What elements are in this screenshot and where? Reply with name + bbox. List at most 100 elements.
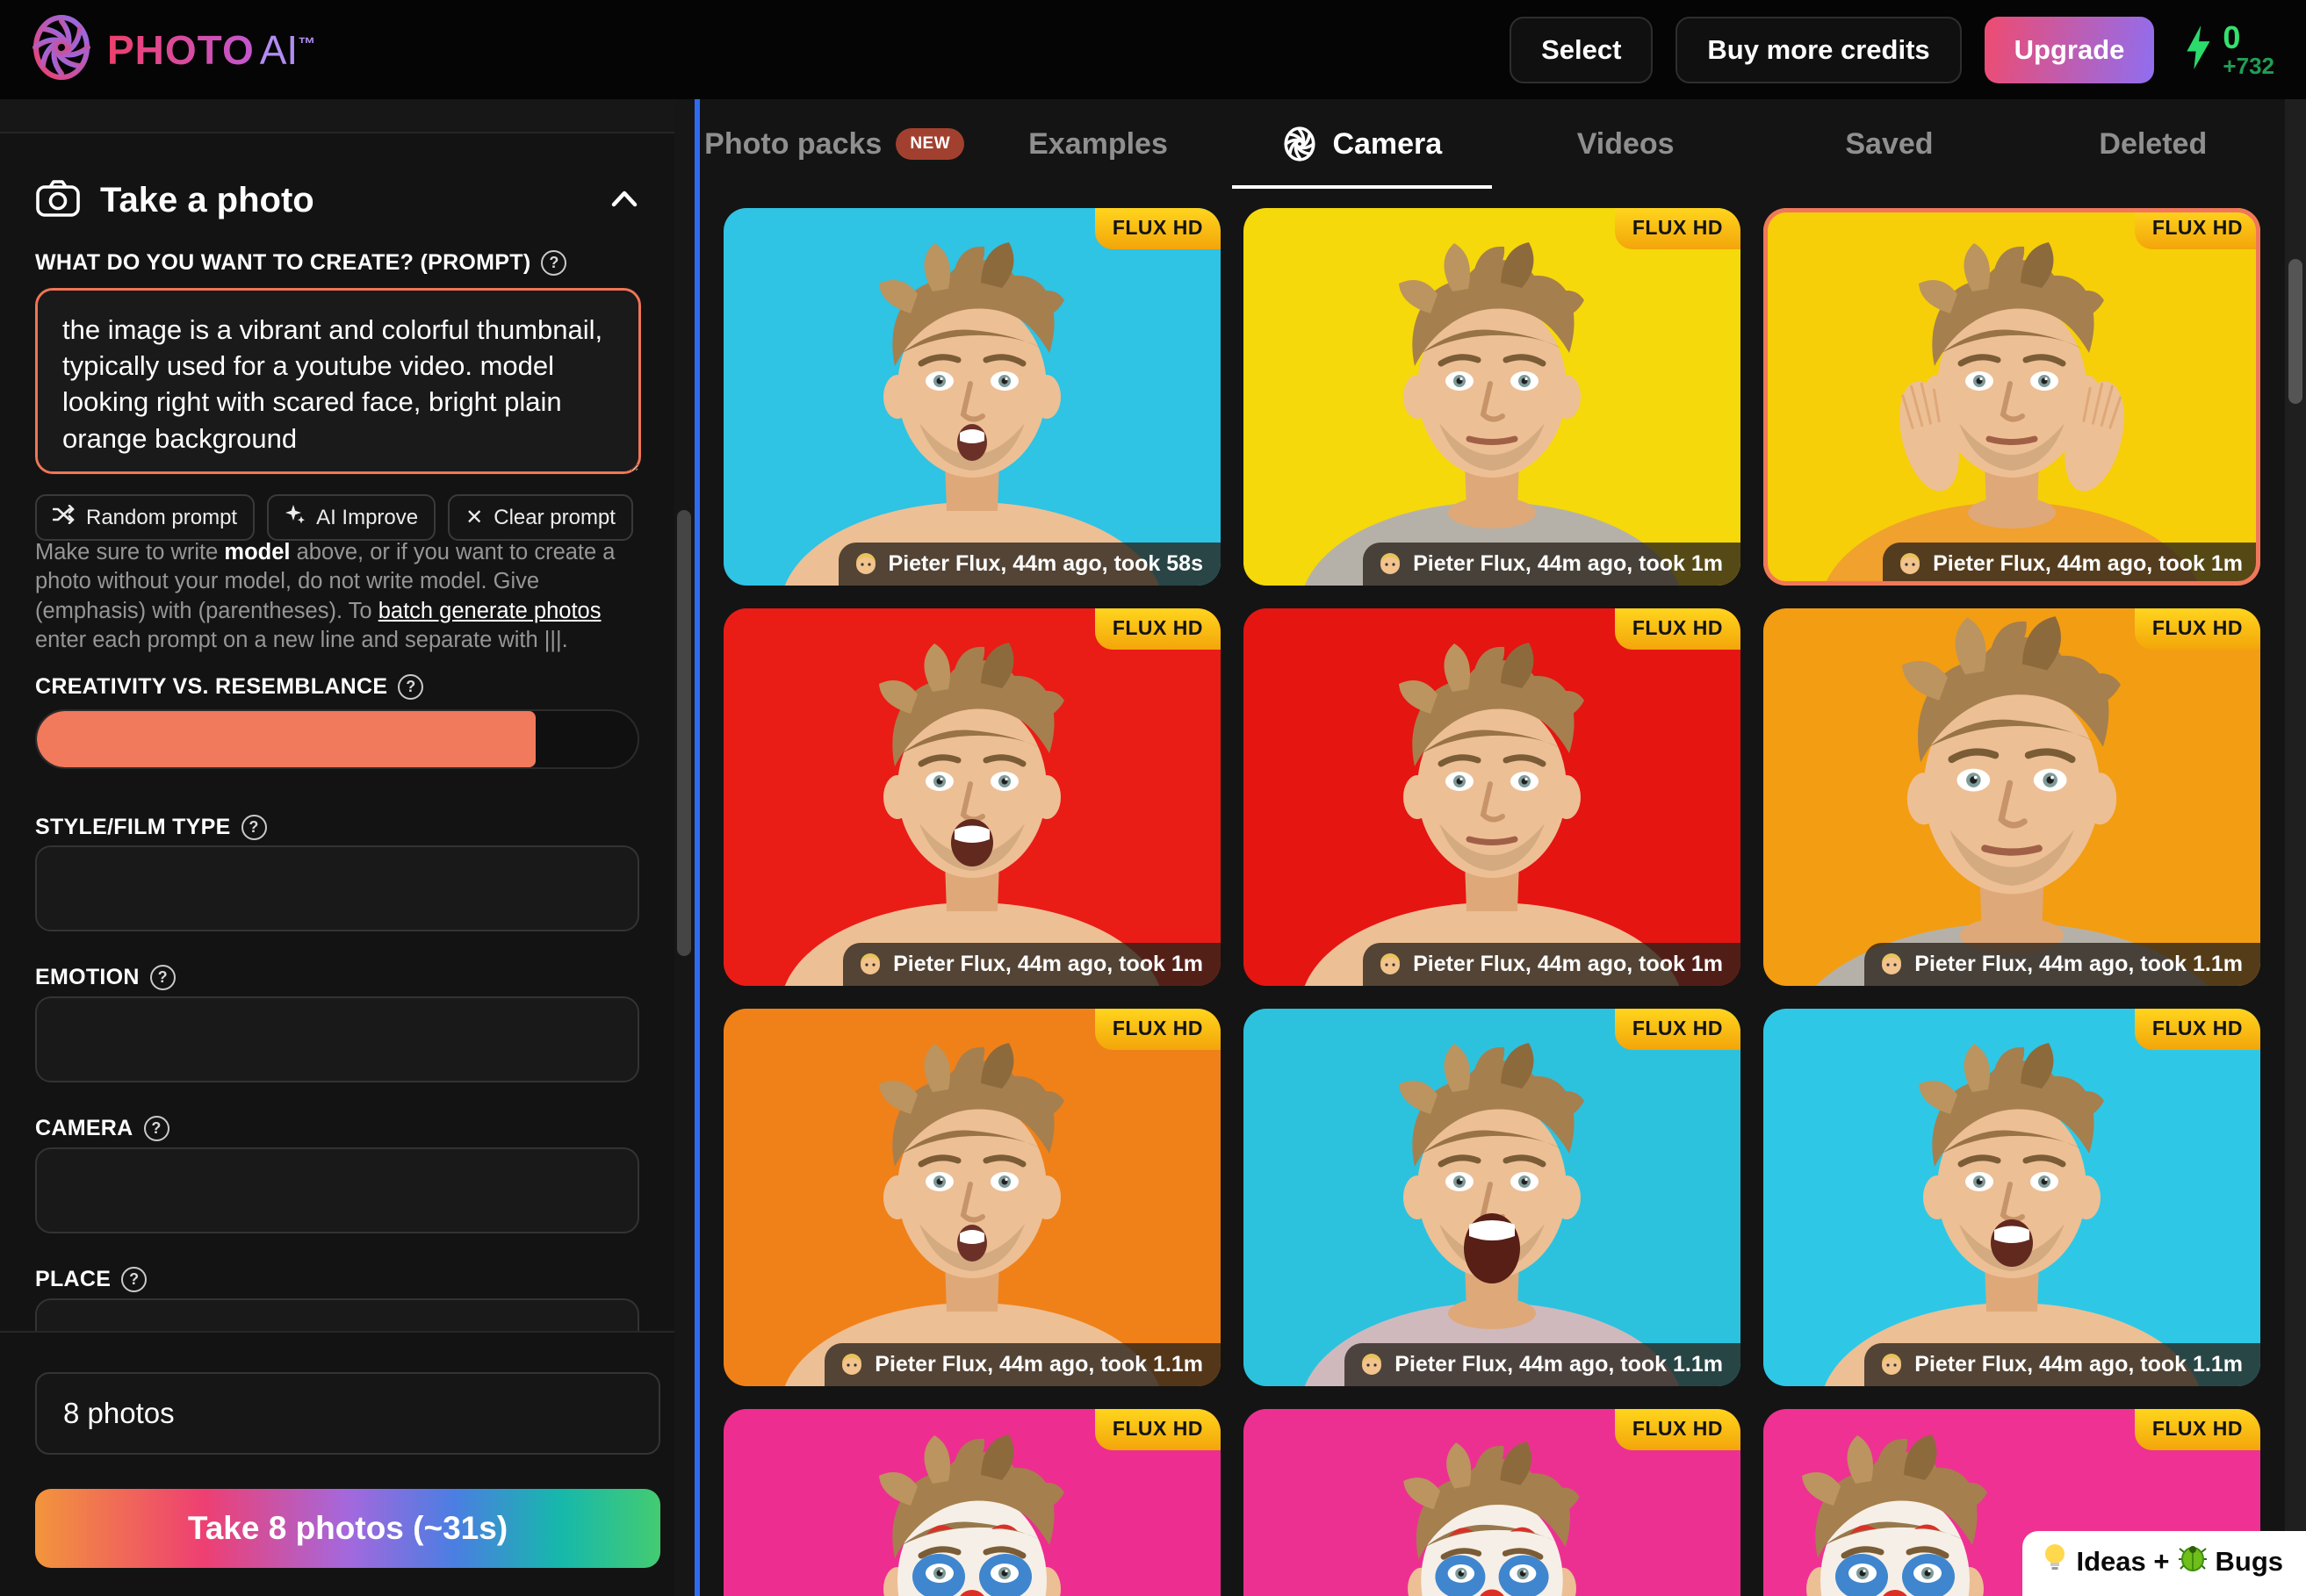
flux-hd-badge: FLUX HD bbox=[1615, 208, 1740, 249]
sidebar-scrollbar-track[interactable] bbox=[674, 99, 695, 1596]
panel-header[interactable]: Take a photo bbox=[35, 174, 639, 226]
help-icon[interactable]: ? bbox=[398, 674, 423, 700]
photo-caption-text: Pieter Flux, 44m ago, took 1m bbox=[1413, 551, 1723, 577]
gallery-main: Photo packs NEWExamples Camera Videos Saved D… bbox=[700, 99, 2306, 1596]
photo-card[interactable]: FLUX HD bbox=[1243, 1409, 1740, 1596]
photo-count-select[interactable]: 8 photos bbox=[35, 1372, 660, 1455]
help-icon[interactable]: ? bbox=[144, 1116, 169, 1141]
ai-improve-button[interactable]: AI Improve bbox=[267, 494, 436, 541]
photo-card[interactable]: FLUX HD Pieter Flux, 44m ago, took 1.1m bbox=[1763, 1009, 2260, 1386]
tab-label: Deleted bbox=[2099, 127, 2207, 162]
prompt-actions: Random prompt AI Improve ✕ Clear prompt bbox=[35, 494, 633, 541]
photo-grid: FLUX HDPieter Flux, 44m ago, took 58sFLU… bbox=[703, 189, 2285, 1596]
photo-card[interactable]: FLUX HD Pieter Flux, 44m ago, took 1m bbox=[724, 608, 1221, 986]
photo-caption-text: Pieter Flux, 44m ago, took 1.1m bbox=[1914, 1352, 2243, 1377]
photo-card[interactable]: FLUX HDPieter Flux, 44m ago, took 58s bbox=[724, 208, 1221, 586]
feedback-bugs-label: Bugs bbox=[2216, 1546, 2284, 1578]
flux-hd-badge: FLUX HD bbox=[1615, 1009, 1740, 1050]
photo-caption: Pieter Flux, 44m ago, took 1m bbox=[1363, 543, 1740, 586]
feedback-ideas-label: Ideas + bbox=[2077, 1546, 2170, 1578]
tab-label: Saved bbox=[1845, 127, 1933, 162]
creativity-slider[interactable] bbox=[35, 709, 639, 769]
creativity-label: CREATIVITY VS. RESEMBLANCE bbox=[35, 674, 387, 700]
photo-card[interactable]: FLUX HD Pieter Flux, 44m ago, took 1.1m bbox=[724, 1009, 1221, 1386]
clear-prompt-button[interactable]: ✕ Clear prompt bbox=[448, 494, 633, 541]
tab-label: Videos bbox=[1577, 127, 1675, 162]
camera-spiral-icon bbox=[1281, 126, 1318, 162]
panel-footer: 8 photos Take 8 photos (~31s) bbox=[0, 1331, 674, 1596]
photo-caption: Pieter Flux, 44m ago, took 1.1m bbox=[1864, 943, 2260, 986]
tab-bar: Photo packs NEWExamples Camera Videos Saved D… bbox=[703, 99, 2285, 189]
photo-caption-text: Pieter Flux, 44m ago, took 1m bbox=[893, 952, 1203, 977]
emotion-input[interactable] bbox=[35, 996, 639, 1082]
help-icon[interactable]: ? bbox=[150, 965, 176, 990]
main-scrollbar-track[interactable] bbox=[2285, 99, 2306, 1596]
tab-deleted[interactable]: Deleted bbox=[2021, 99, 2285, 189]
flux-hd-badge: FLUX HD bbox=[2135, 1009, 2260, 1050]
sidebar-scrollbar-thumb[interactable] bbox=[677, 510, 691, 956]
photo-caption: Pieter Flux, 44m ago, took 1.1m bbox=[1864, 1343, 2260, 1386]
flux-hd-badge: FLUX HD bbox=[1615, 608, 1740, 650]
help-icon[interactable]: ? bbox=[241, 815, 267, 840]
photo-caption: Pieter Flux, 44m ago, took 1.1m bbox=[1344, 1343, 1740, 1386]
avatar-icon bbox=[853, 550, 879, 577]
flux-hd-badge: FLUX HD bbox=[2135, 1409, 2260, 1450]
help-icon[interactable]: ? bbox=[541, 250, 566, 276]
new-badge: NEW bbox=[896, 128, 964, 160]
brand-logo[interactable]: PHOTOAI™ bbox=[32, 13, 315, 86]
take-photos-button[interactable]: Take 8 photos (~31s) bbox=[35, 1489, 660, 1568]
photo-card[interactable]: FLUX HD Pieter Flux, 44m ago, took 1m bbox=[1243, 608, 1740, 986]
camera-label: CAMERA bbox=[35, 1116, 133, 1141]
photo-card[interactable]: FLUX HD bbox=[724, 1409, 1221, 1596]
photo-card[interactable]: FLUX HD Pieter Flux, 44m ago, took 1m bbox=[1763, 208, 2260, 586]
select-button[interactable]: Select bbox=[1510, 17, 1653, 83]
camera-input[interactable] bbox=[35, 1147, 639, 1233]
collapse-chevron-icon[interactable] bbox=[609, 188, 639, 213]
avatar-icon bbox=[1377, 550, 1403, 577]
shuffle-icon bbox=[53, 505, 76, 530]
upgrade-button[interactable]: Upgrade bbox=[1985, 17, 2155, 83]
tab-videos[interactable]: Videos bbox=[1494, 99, 1757, 189]
style-input[interactable] bbox=[35, 845, 639, 931]
random-prompt-button[interactable]: Random prompt bbox=[35, 494, 255, 541]
flux-hd-badge: FLUX HD bbox=[1095, 1009, 1221, 1050]
help-icon[interactable]: ? bbox=[121, 1267, 147, 1292]
photo-caption: Pieter Flux, 44m ago, took 1m bbox=[843, 943, 1221, 986]
photo-caption-text: Pieter Flux, 44m ago, took 58s bbox=[889, 551, 1203, 577]
photo-caption-text: Pieter Flux, 44m ago, took 1.1m bbox=[1394, 1352, 1723, 1377]
avatar-icon bbox=[839, 1351, 865, 1377]
tab-camera[interactable]: Camera bbox=[1230, 99, 1494, 189]
photo-card[interactable]: FLUX HD Pieter Flux, 44m ago, took 1m bbox=[1243, 208, 1740, 586]
photo-ai-app: PHOTOAI™ Select Buy more credits Upgrade… bbox=[0, 0, 2306, 1596]
photo-caption-text: Pieter Flux, 44m ago, took 1.1m bbox=[875, 1352, 1203, 1377]
photo-card[interactable]: FLUX HDPieter Flux, 44m ago, took 1.1m bbox=[1763, 608, 2260, 986]
bug-icon bbox=[2179, 1545, 2207, 1578]
main-scrollbar-thumb[interactable] bbox=[2288, 259, 2302, 404]
photo-caption: Pieter Flux, 44m ago, took 1m bbox=[1883, 543, 2260, 586]
photo-caption: Pieter Flux, 44m ago, took 1m bbox=[1363, 943, 1740, 986]
credits-bonus: +732 bbox=[2223, 54, 2274, 78]
idea-lightbulb-icon bbox=[2042, 1542, 2068, 1581]
brand-wordmark: PHOTOAI™ bbox=[107, 26, 315, 74]
panel-resize-divider[interactable] bbox=[695, 99, 700, 1596]
tab-saved[interactable]: Saved bbox=[1757, 99, 2021, 189]
flux-hd-badge: FLUX HD bbox=[1095, 608, 1221, 650]
flux-hd-badge: FLUX HD bbox=[2135, 208, 2260, 249]
credits-indicator[interactable]: 0 +732 bbox=[2184, 21, 2274, 78]
avatar-icon bbox=[1377, 951, 1403, 977]
feedback-button[interactable]: Ideas + Bugs bbox=[2022, 1531, 2306, 1596]
lightning-bolt-icon bbox=[2184, 25, 2214, 74]
tab-label: Camera bbox=[1332, 127, 1442, 162]
batch-generate-link[interactable]: batch generate photos bbox=[378, 599, 602, 623]
place-label: PLACE bbox=[35, 1267, 111, 1292]
tab-examples[interactable]: Examples bbox=[966, 99, 1229, 189]
buy-credits-button[interactable]: Buy more credits bbox=[1675, 17, 1961, 83]
logo-spiral-icon bbox=[32, 13, 91, 86]
photo-card[interactable]: FLUX HD Pieter Flux, 44m ago, took 1.1m bbox=[1243, 1009, 1740, 1386]
tab-label: Photo packs bbox=[704, 127, 882, 162]
avatar-icon bbox=[1358, 1351, 1385, 1377]
style-label: STYLE/FILM TYPE bbox=[35, 815, 231, 840]
tab-photo-packs[interactable]: Photo packs NEW bbox=[703, 99, 966, 189]
panel-top-strip bbox=[0, 99, 674, 133]
prompt-textarea[interactable]: the image is a vibrant and colorful thum… bbox=[35, 288, 641, 474]
